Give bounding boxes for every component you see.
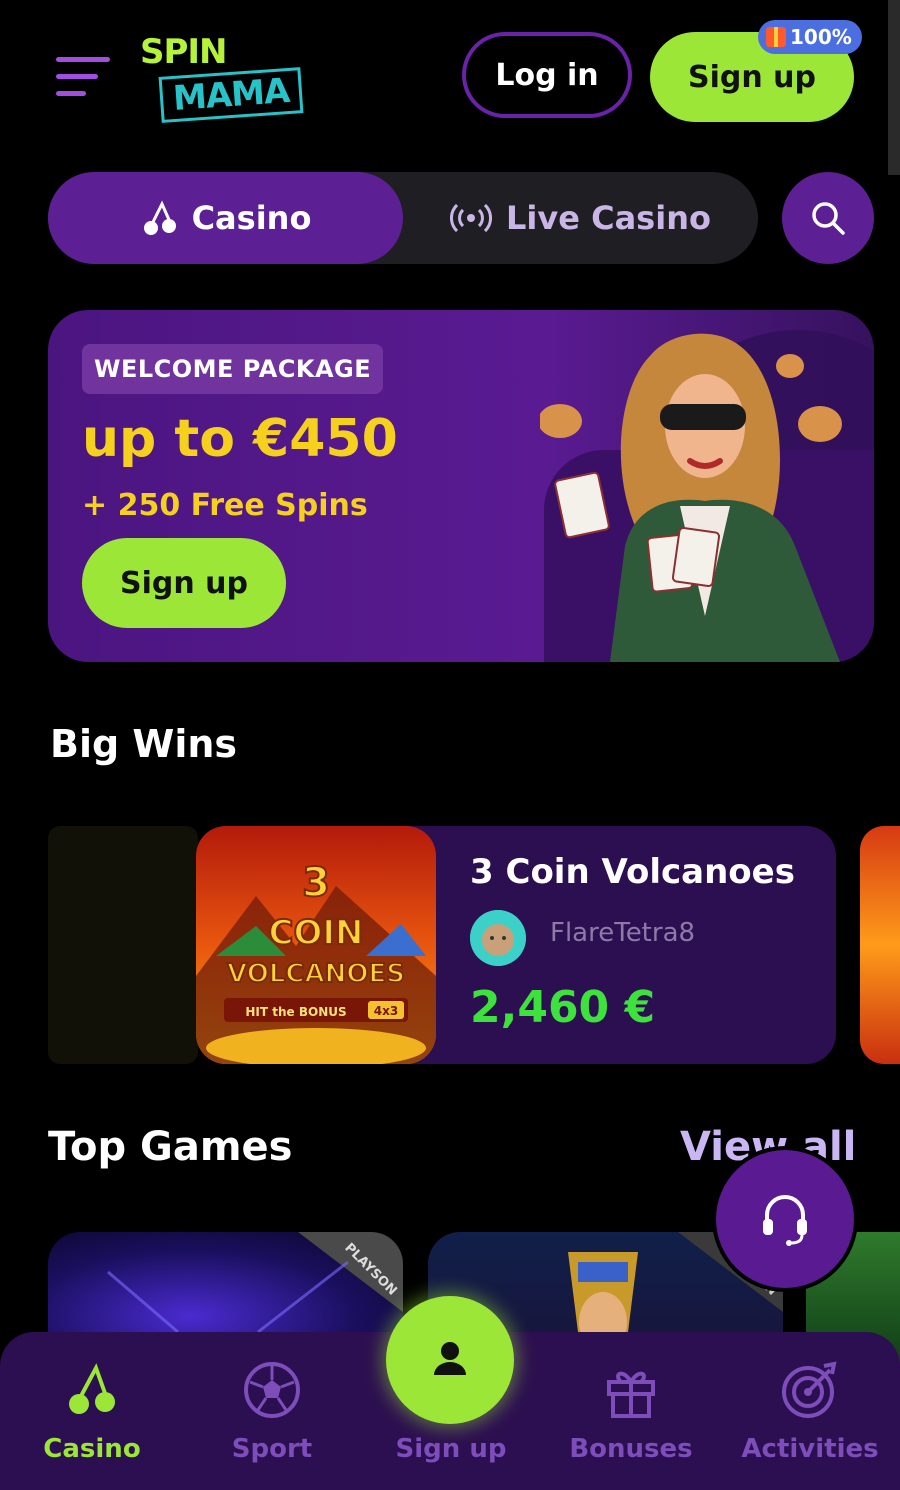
game-thumbnail[interactable]: 3 COIN VOLCANOES HIT the BONUS 4x3 (196, 826, 436, 1064)
login-button[interactable]: Log in (462, 32, 632, 118)
logo-top-text: SPIN (140, 32, 228, 72)
hero-free-spins: + 250 Free Spins (82, 488, 368, 523)
previous-win-card[interactable] (48, 826, 198, 1064)
nav-bonuses-label: Bonuses (569, 1434, 693, 1464)
gift-icon (766, 27, 786, 47)
menu-button[interactable] (56, 57, 110, 97)
nav-signup-label: Sign up (395, 1434, 507, 1464)
tab-live-casino[interactable]: Live Casino (403, 172, 758, 264)
search-button[interactable] (782, 172, 874, 264)
tab-casino[interactable]: Casino (48, 172, 403, 264)
big-wins-heading: Big Wins (50, 722, 238, 766)
cherry-icon (143, 200, 176, 235)
page-scrollbar[interactable] (888, 0, 900, 175)
headset-icon (763, 1195, 807, 1246)
svg-text:VOLCANOES: VOLCANOES (227, 959, 405, 989)
soccer-ball-icon (244, 1362, 300, 1418)
bonus-badge: 100% (758, 20, 862, 54)
next-win-card[interactable] (860, 826, 900, 1064)
svg-text:HIT the BONUS: HIT the BONUS (245, 1005, 346, 1019)
nav-sport[interactable]: Sport (187, 1358, 357, 1478)
tab-casino-label: Casino (191, 199, 312, 237)
hero-signup-button[interactable]: Sign up (82, 538, 286, 628)
broadcast-icon (450, 203, 493, 233)
support-chat-button[interactable] (716, 1150, 854, 1288)
nav-activities-label: Activities (741, 1434, 879, 1464)
winner-username: FlareTetra8 (550, 918, 696, 948)
volcano-game-art: 3 COIN VOLCANOES HIT the BONUS 4x3 (196, 826, 436, 1064)
svg-text:3: 3 (302, 860, 330, 906)
hero-character-image (540, 333, 842, 662)
tab-live-label: Live Casino (506, 199, 711, 237)
nav-signup[interactable]: Sign up (366, 1358, 536, 1478)
spinmama-logo[interactable]: SPIN MAMA (140, 34, 350, 124)
svg-text:4x3: 4x3 (374, 1004, 398, 1018)
nav-casino[interactable]: Casino (7, 1358, 177, 1478)
hero-amount: up to €450 (82, 409, 398, 469)
win-game-name: 3 Coin Volcanoes (470, 852, 795, 892)
gift-icon (607, 1371, 655, 1418)
svg-text:COIN: COIN (269, 913, 364, 953)
win-amount: 2,460 € (470, 982, 656, 1033)
menu-icon (56, 57, 110, 62)
top-games-heading: Top Games (48, 1124, 293, 1170)
nav-bonuses[interactable]: Bonuses (546, 1358, 716, 1478)
cherry-icon (69, 1363, 115, 1414)
winner-avatar (470, 910, 526, 966)
target-icon (782, 1361, 837, 1418)
nav-sport-label: Sport (231, 1434, 313, 1464)
logo-bottom-text: MAMA (158, 67, 304, 123)
nav-activities[interactable]: Activities (725, 1358, 895, 1478)
nav-casino-label: Casino (43, 1434, 141, 1464)
bonus-badge-text: 100% (790, 25, 852, 49)
welcome-package-tag: WELCOME PACKAGE (82, 344, 384, 394)
search-icon (812, 202, 845, 235)
user-avatar-icon (470, 910, 526, 966)
